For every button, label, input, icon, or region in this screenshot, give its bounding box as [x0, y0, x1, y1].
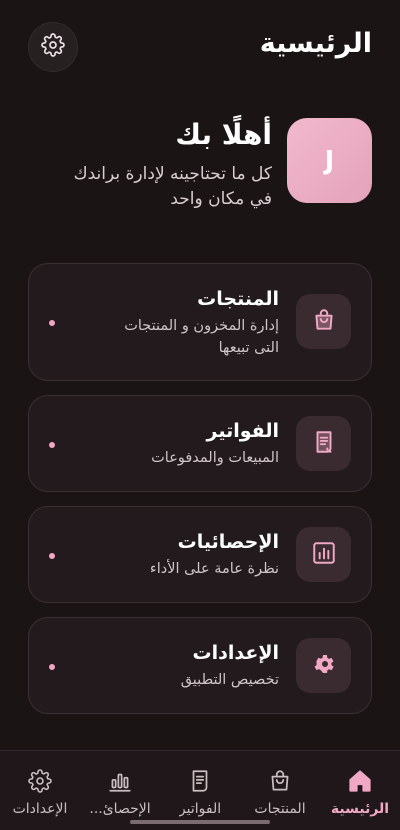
card-text: الإعدادات تخصيص التطبيق — [89, 640, 279, 691]
card-description: نظرة عامة على الأداء — [149, 561, 279, 577]
nav-label: الفواتير — [178, 801, 222, 817]
card-description: تخصيص التطبيق — [180, 672, 279, 688]
card-title: الإحصائيات — [177, 531, 279, 553]
nav-label: الإحصائ... — [89, 801, 151, 817]
card-text: الإحصائيات نظرة عامة على الأداء — [89, 529, 279, 580]
card-indicator-dot — [49, 553, 55, 559]
shopping-bag-icon — [311, 307, 337, 337]
card-title: الفواتير — [206, 420, 279, 442]
settings-button[interactable] — [28, 22, 78, 72]
receipt-icon — [311, 429, 337, 459]
card-description: إدارة المخزون و المنتجات التى تبيعها — [89, 315, 279, 359]
nav-item-invoices[interactable]: الفواتير — [160, 751, 240, 830]
card-icon-container — [296, 294, 351, 349]
menu-cards: المنتجات إدارة المخزون و المنتجات التى ت… — [28, 263, 372, 728]
welcome-text: أهلًا بك كل ما تحتاجينه لإدارة براندك في… — [28, 118, 272, 212]
card-products[interactable]: المنتجات إدارة المخزون و المنتجات التى ت… — [28, 263, 372, 381]
card-indicator-dot — [49, 664, 55, 670]
card-indicator-dot — [49, 320, 55, 326]
card-statistics[interactable]: الإحصائيات نظرة عامة على الأداء — [28, 506, 372, 603]
card-icon-container — [296, 638, 351, 693]
bar-chart-icon — [311, 540, 337, 570]
welcome-subtitle-line2: في مكان واحد — [170, 189, 272, 209]
nav-label: الرئيسية — [330, 801, 390, 817]
card-text: المنتجات إدارة المخزون و المنتجات التى ت… — [89, 286, 279, 359]
bar-chart-icon — [107, 767, 133, 795]
card-icon-container — [296, 416, 351, 471]
page-title: الرئيسية — [259, 28, 372, 59]
nav-label: المنتجات — [254, 801, 306, 817]
nav-item-products[interactable]: المنتجات — [240, 751, 320, 830]
card-settings[interactable]: الإعدادات تخصيص التطبيق — [28, 617, 372, 714]
nav-item-settings[interactable]: الإعدادات — [0, 751, 80, 830]
nav-item-home[interactable]: الرئيسية — [320, 751, 400, 830]
home-indicator — [130, 820, 270, 824]
card-description-line1: إدارة المخزون و المنتجات — [124, 318, 279, 334]
gear-icon — [28, 767, 52, 795]
welcome-subtitle-line1: كل ما تحتاجينه لإدارة براندك — [73, 164, 272, 184]
card-title: الإعدادات — [192, 642, 279, 664]
nav-item-statistics[interactable]: الإحصائ... — [80, 751, 160, 830]
receipt-icon — [187, 767, 213, 795]
gear-icon — [41, 33, 65, 61]
card-text: الفواتير المبيعات والمدفوعات — [89, 418, 279, 469]
avatar[interactable]: J — [287, 118, 372, 203]
gear-icon — [312, 652, 336, 680]
card-invoices[interactable]: الفواتير المبيعات والمدفوعات — [28, 395, 372, 492]
welcome-section: J أهلًا بك كل ما تحتاجينه لإدارة براندك … — [28, 118, 372, 228]
header: الرئيسية — [28, 22, 372, 72]
card-indicator-dot — [49, 442, 55, 448]
home-icon — [346, 767, 374, 795]
nav-label: الإعدادات — [12, 801, 68, 817]
card-title: المنتجات — [197, 288, 279, 310]
welcome-subtitle: كل ما تحتاجينه لإدارة براندك في مكان واح… — [28, 162, 272, 212]
shopping-bag-icon — [267, 767, 293, 795]
app-screen: الرئيسية J أهلًا بك كل ما تحتاجينه لإدار… — [0, 0, 400, 830]
card-description: المبيعات والمدفوعات — [151, 450, 279, 466]
card-icon-container — [296, 527, 351, 582]
welcome-title: أهلًا بك — [175, 118, 272, 151]
card-description-line2: التى تبيعها — [218, 340, 279, 356]
bottom-navigation: الرئيسية المنتجات الفواتير الإحصائ... ال… — [0, 750, 400, 830]
